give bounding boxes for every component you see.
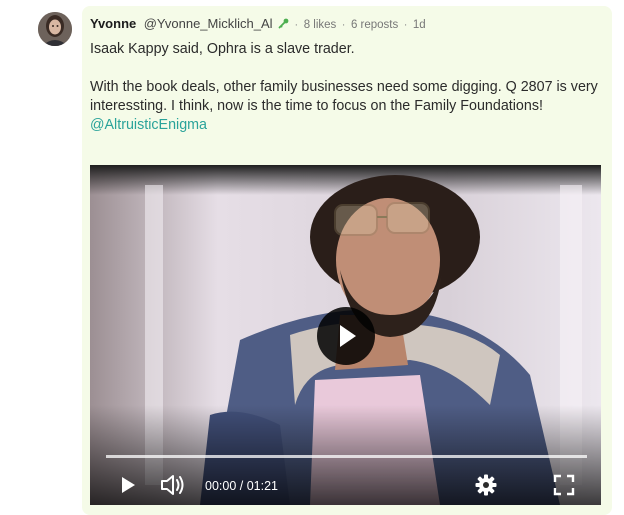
verified-key-icon — [278, 18, 289, 32]
play-overlay-button[interactable] — [317, 307, 375, 365]
post-age[interactable]: 1d — [413, 19, 426, 31]
author-handle[interactable]: @Yvonne_Micklich_Al — [144, 16, 273, 31]
avatar[interactable] — [38, 12, 72, 46]
volume-icon — [161, 475, 184, 495]
progress-bar[interactable] — [106, 455, 587, 458]
fullscreen-button[interactable] — [553, 474, 575, 496]
separator: · — [341, 19, 346, 31]
post-text-line: Isaak Kappy said, Ophra is a slave trade… — [90, 41, 355, 57]
time-display: 00:00 / 01:21 — [205, 479, 278, 493]
volume-button[interactable] — [160, 473, 186, 497]
separator: · — [294, 19, 299, 31]
gear-icon — [475, 474, 497, 496]
mention-link[interactable]: @AltruisticEnigma — [90, 116, 605, 135]
post-text-paragraph: With the book deals, other family busine… — [90, 79, 598, 114]
play-icon — [122, 477, 135, 493]
video-player[interactable]: 00:00 / 01:21 — [90, 165, 601, 505]
play-button[interactable] — [118, 475, 138, 495]
separator: · — [403, 19, 408, 31]
avatar-image — [38, 12, 72, 46]
post-body: Isaak Kappy said, Ophra is a slave trade… — [90, 40, 605, 135]
post-header: Yvonne @Yvonne_Micklich_Al · 8 likes · 6… — [90, 16, 426, 32]
page: Yvonne @Yvonne_Micklich_Al · 8 likes · 6… — [0, 0, 624, 515]
author-name[interactable]: Yvonne — [90, 16, 136, 31]
play-icon — [340, 325, 356, 347]
video-controls: 00:00 / 01:21 — [90, 465, 601, 505]
settings-button[interactable] — [475, 474, 497, 496]
fullscreen-icon — [553, 474, 575, 496]
reposts-count[interactable]: 6 reposts — [351, 19, 398, 31]
likes-count[interactable]: 8 likes — [304, 19, 337, 31]
